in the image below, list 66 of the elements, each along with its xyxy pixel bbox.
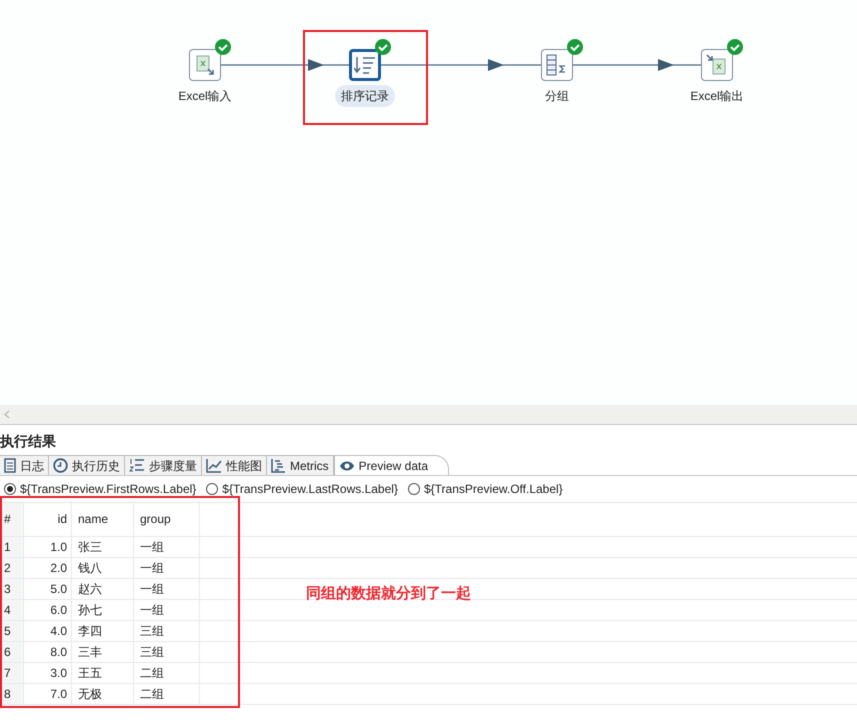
table-cell-text: 二组 [140, 665, 164, 682]
table-cell-text: 2 [4, 560, 11, 577]
radio-icon[interactable] [206, 483, 218, 495]
step-node[interactable] [701, 49, 733, 81]
table-cell-text: 3 [4, 581, 11, 598]
table-cell-text: 2.0 [50, 560, 67, 577]
table-cell-text: 二组 [140, 686, 164, 703]
radio-option[interactable]: ${TransPreview.FirstRows.Label} [4, 480, 196, 498]
table-cell-text: 4 [4, 602, 11, 619]
radio-option[interactable]: ${TransPreview.LastRows.Label} [206, 480, 398, 498]
gantt-icon [271, 458, 286, 473]
table-cell-text: 7.0 [50, 686, 67, 703]
radio-option[interactable]: ${TransPreview.Off.Label} [408, 480, 563, 498]
table-cell-text: 3.0 [50, 665, 67, 682]
step-node[interactable] [349, 49, 381, 81]
step-label: 分组 [544, 88, 570, 105]
clock-icon [53, 458, 68, 473]
table-cell-text: 8 [4, 686, 11, 703]
table-cell-text: 一组 [140, 581, 164, 598]
table-cell-text: 三组 [140, 644, 164, 661]
step-label: 排序记录 [335, 85, 395, 107]
table-cell-text: 三组 [140, 623, 164, 640]
table-cell-text: 一组 [140, 602, 164, 619]
table-cell-text: 8.0 [50, 644, 67, 661]
column-header[interactable]: # [4, 510, 11, 528]
tab[interactable]: Preview data [334, 455, 450, 475]
table-cell-text: 1 [4, 539, 11, 556]
table-cell-text: 三丰 [78, 644, 102, 661]
table-cell-text: 张三 [78, 539, 102, 556]
clipboard-icon [4, 458, 16, 473]
table-cell-text: 李四 [78, 623, 102, 640]
column-header[interactable]: name [78, 510, 108, 528]
table-cell-text: 1.0 [50, 539, 67, 556]
tab[interactable]: Metrics [267, 455, 334, 475]
table-cell-text: 孙七 [78, 602, 102, 619]
table-cell-text: 6 [4, 644, 11, 661]
spreadsheet-import-icon [195, 54, 215, 76]
table-cell-text: 4.0 [50, 623, 67, 640]
column-header[interactable]: group [140, 510, 171, 528]
table-cell-text: 5.0 [50, 581, 67, 598]
table-cell-text: 5 [4, 623, 11, 640]
table-cell-text: 一组 [140, 539, 164, 556]
numbered-list-icon [129, 458, 145, 473]
table-cell-text: 一组 [140, 560, 164, 577]
table-cell-text: 无极 [78, 686, 102, 703]
table-cell-text: 赵六 [78, 581, 102, 598]
step-node[interactable] [189, 49, 221, 81]
column-header[interactable]: id [58, 510, 67, 528]
tab[interactable]: 执行历史 [49, 455, 125, 475]
radio-icon[interactable] [408, 483, 420, 495]
table-cell-text: 钱八 [78, 560, 102, 577]
line-chart-icon [206, 458, 222, 473]
table-cell-text: 王五 [78, 665, 102, 682]
tab[interactable]: 日志 [0, 455, 49, 475]
step-node[interactable] [541, 49, 573, 81]
step-label: Excel输出 [689, 88, 745, 105]
step-label: Excel输入 [177, 88, 233, 105]
table-cell-text: 6.0 [50, 602, 67, 619]
spreadsheet-export-icon [706, 54, 728, 76]
table-cell-text: 7 [4, 665, 11, 682]
annotation-text: 同组的数据就分到了一起 [306, 584, 471, 604]
tab[interactable]: 步骤度量 [125, 455, 202, 475]
eye-icon [338, 460, 355, 472]
radio-icon[interactable] [4, 483, 16, 495]
tab[interactable]: 性能图 [202, 455, 267, 475]
sort-icon [354, 55, 376, 75]
